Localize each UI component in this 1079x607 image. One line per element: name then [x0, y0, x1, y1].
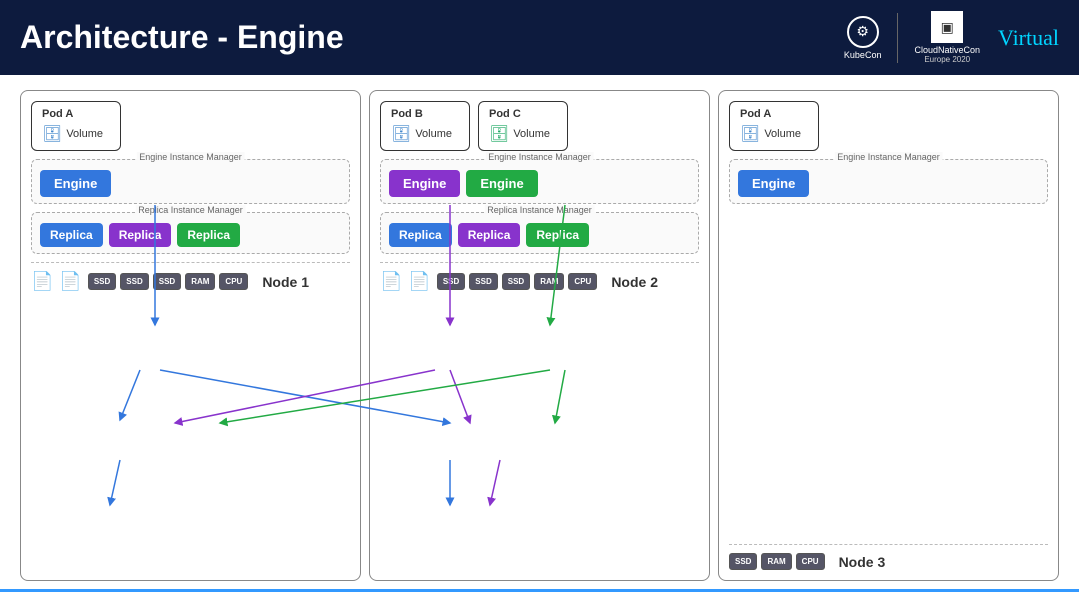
doc-icon-2: 📄 — [59, 271, 81, 292]
node1-engine-btn: Engine — [40, 170, 111, 197]
node3-pod-a-label: Pod A — [740, 108, 771, 120]
ssd-chip-4: SSD — [437, 273, 465, 290]
node2-replica-buttons: Replica Replica Replica — [389, 223, 690, 247]
node1-pod-a: Pod A 🗄 Volume — [31, 101, 121, 151]
node3-engine-btn: Engine — [738, 170, 809, 197]
node2-pod-c-label: Pod C — [489, 108, 521, 120]
node2-hardware: 📄 📄 SSD SSD SSD RAM CPU Node 2 — [380, 262, 699, 292]
cloudnative-logo: ▣ CloudNativeCon Europe 2020 — [914, 11, 980, 64]
node2-replica-btn-1: Replica — [389, 223, 452, 247]
node1-hw-icons: SSD SSD SSD RAM CPU — [88, 273, 248, 290]
node2-hw-icons: SSD SSD SSD RAM CPU — [437, 273, 597, 290]
node1-hardware: 📄 📄 SSD SSD SSD RAM CPU Node 1 — [31, 262, 350, 292]
node1-engine-buttons: Engine — [40, 170, 341, 197]
node2-name: Node 2 — [611, 274, 658, 290]
ssd-chip-3: SSD — [153, 273, 181, 290]
node3-spacer — [729, 212, 1048, 536]
doc-icon-3: 📄 — [380, 271, 402, 292]
node2-engine-manager-label: Engine Instance Manager — [485, 152, 594, 162]
cpu-chip-3: CPU — [796, 553, 825, 570]
node1-pod-a-label: Pod A — [42, 108, 73, 120]
ssd-chip-6: SSD — [502, 273, 530, 290]
nodes-container: Pod A 🗄 Volume Engine Instance Manager E… — [20, 90, 1059, 581]
doc-icon-1: 📄 — [31, 271, 53, 292]
node1-replica-btn-1: Replica — [40, 223, 103, 247]
node1-name: Node 1 — [262, 274, 309, 290]
node1-content: Pod A 🗄 Volume Engine Instance Manager E… — [31, 101, 350, 570]
logo-divider — [897, 13, 898, 63]
node3-name: Node 3 — [839, 554, 886, 570]
node1-pod-row: Pod A 🗄 Volume — [31, 101, 350, 151]
node3-box: Pod A 🗄 Volume Engine Instance Manager E… — [718, 90, 1059, 581]
node2-content: Pod B 🗄 Volume Pod C 🗄 Volume — [380, 101, 699, 570]
node2-replica-btn-3: Replica — [526, 223, 589, 247]
node2-pod-b-label: Pod B — [391, 108, 423, 120]
node2-pod-c: Pod C 🗄 Volume — [478, 101, 568, 151]
node2-replica-manager: Replica Instance Manager Replica Replica… — [380, 212, 699, 254]
volume-icon-blue: 🗄 — [42, 124, 62, 144]
node2-replica-btn-2: Replica — [458, 223, 521, 247]
node1-engine-manager-label: Engine Instance Manager — [136, 152, 245, 162]
node2-engine-buttons: Engine Engine — [389, 170, 690, 197]
header-logo: ⚙ KubeCon ▣ CloudNativeCon Europe 2020 V… — [844, 11, 1059, 64]
node2-pod-row: Pod B 🗄 Volume Pod C 🗄 Volume — [380, 101, 699, 151]
header: Architecture - Engine ⚙ KubeCon ▣ CloudN… — [0, 0, 1079, 75]
kubecon-logo: ⚙ KubeCon — [844, 16, 882, 60]
node3-hw-icons: SSD RAM CPU — [729, 553, 825, 570]
ssd-chip-2: SSD — [120, 273, 148, 290]
volume-icon-b: 🗄 — [391, 124, 411, 144]
node2-engine-btn-2: Engine — [466, 170, 537, 197]
ram-chip-2: RAM — [534, 273, 564, 290]
node2-pod-b-volume: 🗄 Volume — [391, 124, 452, 144]
ssd-chip-1: SSD — [88, 273, 116, 290]
node3-engine-manager-label: Engine Instance Manager — [834, 152, 943, 162]
node3-pod-row: Pod A 🗄 Volume — [729, 101, 1048, 151]
node3-content: Pod A 🗄 Volume Engine Instance Manager E… — [729, 101, 1048, 570]
ssd-chip-7: SSD — [729, 553, 757, 570]
node1-box: Pod A 🗄 Volume Engine Instance Manager E… — [20, 90, 361, 581]
node3-hardware: SSD RAM CPU Node 3 — [729, 544, 1048, 570]
volume-icon-c: 🗄 — [489, 124, 509, 144]
cpu-chip-2: CPU — [568, 273, 597, 290]
doc-icon-4: 📄 — [408, 271, 430, 292]
node2-replica-manager-label: Replica Instance Manager — [484, 205, 595, 215]
node3-engine-manager: Engine Instance Manager Engine — [729, 159, 1048, 204]
page-title: Architecture - Engine — [20, 19, 344, 56]
node1-replica-btn-3: Replica — [177, 223, 240, 247]
cpu-chip-1: CPU — [219, 273, 248, 290]
node1-engine-manager: Engine Instance Manager Engine — [31, 159, 350, 204]
node3-pod-a: Pod A 🗄 Volume — [729, 101, 819, 151]
node2-box: Pod B 🗄 Volume Pod C 🗄 Volume — [369, 90, 710, 581]
main-content: Pod A 🗄 Volume Engine Instance Manager E… — [0, 75, 1079, 607]
ram-chip-1: RAM — [185, 273, 215, 290]
node1-replica-manager-label: Replica Instance Manager — [135, 205, 246, 215]
node1-pod-a-volume: 🗄 Volume — [42, 124, 103, 144]
node3-pod-a-volume: 🗄 Volume — [740, 124, 801, 144]
node2-pod-c-volume: 🗄 Volume — [489, 124, 550, 144]
node1-replica-btn-2: Replica — [109, 223, 172, 247]
node1-replica-buttons: Replica Replica Replica — [40, 223, 341, 247]
ssd-chip-5: SSD — [469, 273, 497, 290]
node2-pod-b: Pod B 🗄 Volume — [380, 101, 470, 151]
volume-icon-a3: 🗄 — [740, 124, 760, 144]
virtual-text: Virtual — [998, 25, 1059, 51]
node2-engine-manager: Engine Instance Manager Engine Engine — [380, 159, 699, 204]
node2-engine-btn-1: Engine — [389, 170, 460, 197]
bottom-line — [0, 589, 1079, 592]
node3-engine-buttons: Engine — [738, 170, 1039, 197]
ram-chip-3: RAM — [761, 553, 791, 570]
node1-replica-manager: Replica Instance Manager Replica Replica… — [31, 212, 350, 254]
